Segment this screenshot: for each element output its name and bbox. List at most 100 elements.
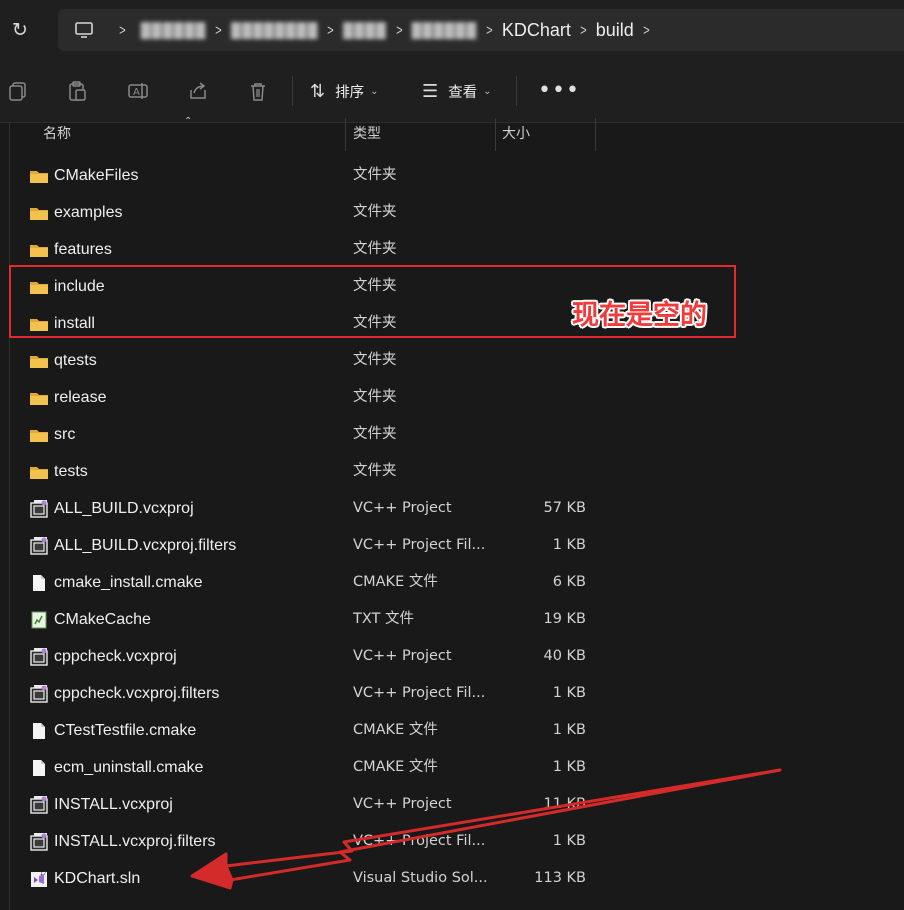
svg-text:A: A (133, 87, 140, 98)
file-row[interactable]: INSTALL.vcxproj VC++ Project 11 KB (0, 786, 904, 823)
file-type: TXT 文件 (353, 611, 415, 627)
vcxproj-icon (29, 832, 49, 852)
file-row[interactable]: CMakeCache TXT 文件 19 KB (0, 601, 904, 638)
sort-icon: ⇅ (310, 80, 326, 102)
view-label: 查看 (448, 84, 478, 101)
folder-icon (29, 166, 49, 186)
file-name: release (54, 389, 107, 406)
view-button[interactable]: ☰ 查看 ⌄ (422, 78, 492, 104)
rename-icon[interactable]: A (127, 80, 149, 102)
file-row[interactable]: examples 文件夹 (0, 194, 904, 231)
file-type: VC++ Project (353, 648, 452, 664)
paste-icon[interactable] (66, 80, 88, 102)
file-name: tests (54, 463, 88, 480)
file-row[interactable]: CMakeFiles 文件夹 (0, 157, 904, 194)
breadcrumb-item-kdchart[interactable]: KDChart (502, 20, 571, 41)
folder-icon (29, 240, 49, 260)
file-row[interactable]: ALL_BUILD.vcxproj VC++ Project 57 KB (0, 490, 904, 527)
chevron-right-icon[interactable]: > (119, 22, 126, 39)
file-row[interactable]: features 文件夹 (0, 231, 904, 268)
file-type: 文件夹 (353, 167, 397, 183)
file-icon (29, 573, 49, 593)
chevron-right-icon[interactable]: > (328, 22, 335, 39)
file-size: 113 KB (534, 870, 586, 886)
file-name: INSTALL.vcxproj (54, 796, 173, 813)
file-name: src (54, 426, 76, 443)
chevron-right-icon[interactable]: > (396, 22, 403, 39)
file-row[interactable]: cppcheck.vcxproj.filters VC++ Project Fil… (0, 675, 904, 712)
breadcrumb: > ██████ > ████████ > ████ > ██████ > KD… (110, 9, 659, 51)
file-name: CMakeFiles (54, 167, 139, 184)
breadcrumb-item-build[interactable]: build (596, 20, 634, 41)
column-header-name[interactable]: 名称 (43, 118, 71, 151)
file-row[interactable]: cppcheck.vcxproj VC++ Project 40 KB (0, 638, 904, 675)
file-name: CMakeCache (54, 611, 151, 628)
file-row[interactable]: cmake_install.cmake CMAKE 文件 6 KB (0, 564, 904, 601)
file-type: VC++ Project Fil... (353, 833, 486, 849)
file-type: CMAKE 文件 (353, 759, 438, 775)
file-name: features (54, 241, 112, 258)
file-name: cmake_install.cmake (54, 574, 203, 591)
folder-icon (29, 462, 49, 482)
chevron-right-icon[interactable]: > (486, 22, 493, 39)
file-row[interactable]: qtests 文件夹 (0, 342, 904, 379)
file-row[interactable]: tests 文件夹 (0, 453, 904, 490)
vcxproj-icon (29, 684, 49, 704)
address-bar[interactable]: > ██████ > ████████ > ████ > ██████ > KD… (58, 9, 904, 51)
file-type: VC++ Project Fil... (353, 685, 486, 701)
file-size: 1 KB (552, 537, 586, 553)
folder-icon (29, 388, 49, 408)
column-divider[interactable] (595, 118, 596, 151)
view-list-icon: ☰ (422, 80, 439, 102)
folder-icon (29, 351, 49, 371)
file-name: ecm_uninstall.cmake (54, 759, 204, 776)
breadcrumb-item-hidden[interactable]: ████████ (231, 22, 318, 38)
chevron-right-icon[interactable]: > (580, 22, 587, 39)
chevron-right-icon[interactable]: > (643, 22, 650, 39)
computer-icon[interactable] (74, 20, 94, 40)
file-size: 1 KB (552, 685, 586, 701)
column-header-type[interactable]: 类型 (353, 118, 381, 151)
file-type: CMAKE 文件 (353, 722, 438, 738)
annotation-text: 现在是空的 (572, 300, 707, 331)
share-icon[interactable] (187, 80, 209, 102)
file-type: VC++ Project Fil... (353, 537, 486, 553)
file-row[interactable]: src 文件夹 (0, 416, 904, 453)
svg-text:17: 17 (40, 871, 46, 877)
column-header-size[interactable]: 大小 (502, 118, 530, 151)
file-name: INSTALL.vcxproj.filters (54, 833, 216, 850)
more-options-button[interactable]: ••• (538, 78, 580, 104)
column-divider[interactable] (345, 118, 346, 151)
sort-label: 排序 (335, 84, 365, 101)
file-name: KDChart.sln (54, 870, 141, 887)
file-row[interactable]: INSTALL.vcxproj.filters VC++ Project Fil.… (0, 823, 904, 860)
text-file-icon (29, 610, 49, 630)
chevron-right-icon[interactable]: > (215, 22, 222, 39)
file-size: 40 KB (543, 648, 586, 664)
file-row[interactable]: 17 KDChart.sln Visual Studio Sol... 113 KB (0, 860, 904, 897)
file-size: 11 KB (543, 796, 586, 812)
file-type: VC++ Project (353, 500, 452, 516)
breadcrumb-item-hidden[interactable]: ████ (343, 22, 387, 38)
breadcrumb-item-hidden[interactable]: ██████ (412, 22, 478, 38)
file-type: Visual Studio Sol... (353, 870, 488, 886)
column-divider[interactable] (495, 118, 496, 151)
folder-icon (29, 203, 49, 223)
sort-button[interactable]: ⇅ 排序 ⌄ (310, 78, 378, 104)
file-size: 19 KB (543, 611, 586, 627)
file-name: ALL_BUILD.vcxproj.filters (54, 537, 237, 554)
file-row[interactable]: ALL_BUILD.vcxproj.filters VC++ Project Fi… (0, 527, 904, 564)
delete-icon[interactable] (247, 80, 269, 102)
file-row[interactable]: release 文件夹 (0, 379, 904, 416)
file-row[interactable]: ecm_uninstall.cmake CMAKE 文件 1 KB (0, 749, 904, 786)
breadcrumb-item-hidden[interactable]: ██████ (141, 22, 207, 38)
vcxproj-icon (29, 536, 49, 556)
file-type: 文件夹 (353, 389, 397, 405)
sln-icon: 17 (29, 869, 49, 889)
copy-icon[interactable] (7, 80, 29, 102)
refresh-icon[interactable]: ↻ (8, 18, 32, 42)
file-name: ALL_BUILD.vcxproj (54, 500, 194, 517)
chevron-down-icon: ⌄ (370, 85, 379, 97)
file-row[interactable]: CTestTestfile.cmake CMAKE 文件 1 KB (0, 712, 904, 749)
file-name: cppcheck.vcxproj.filters (54, 685, 220, 702)
